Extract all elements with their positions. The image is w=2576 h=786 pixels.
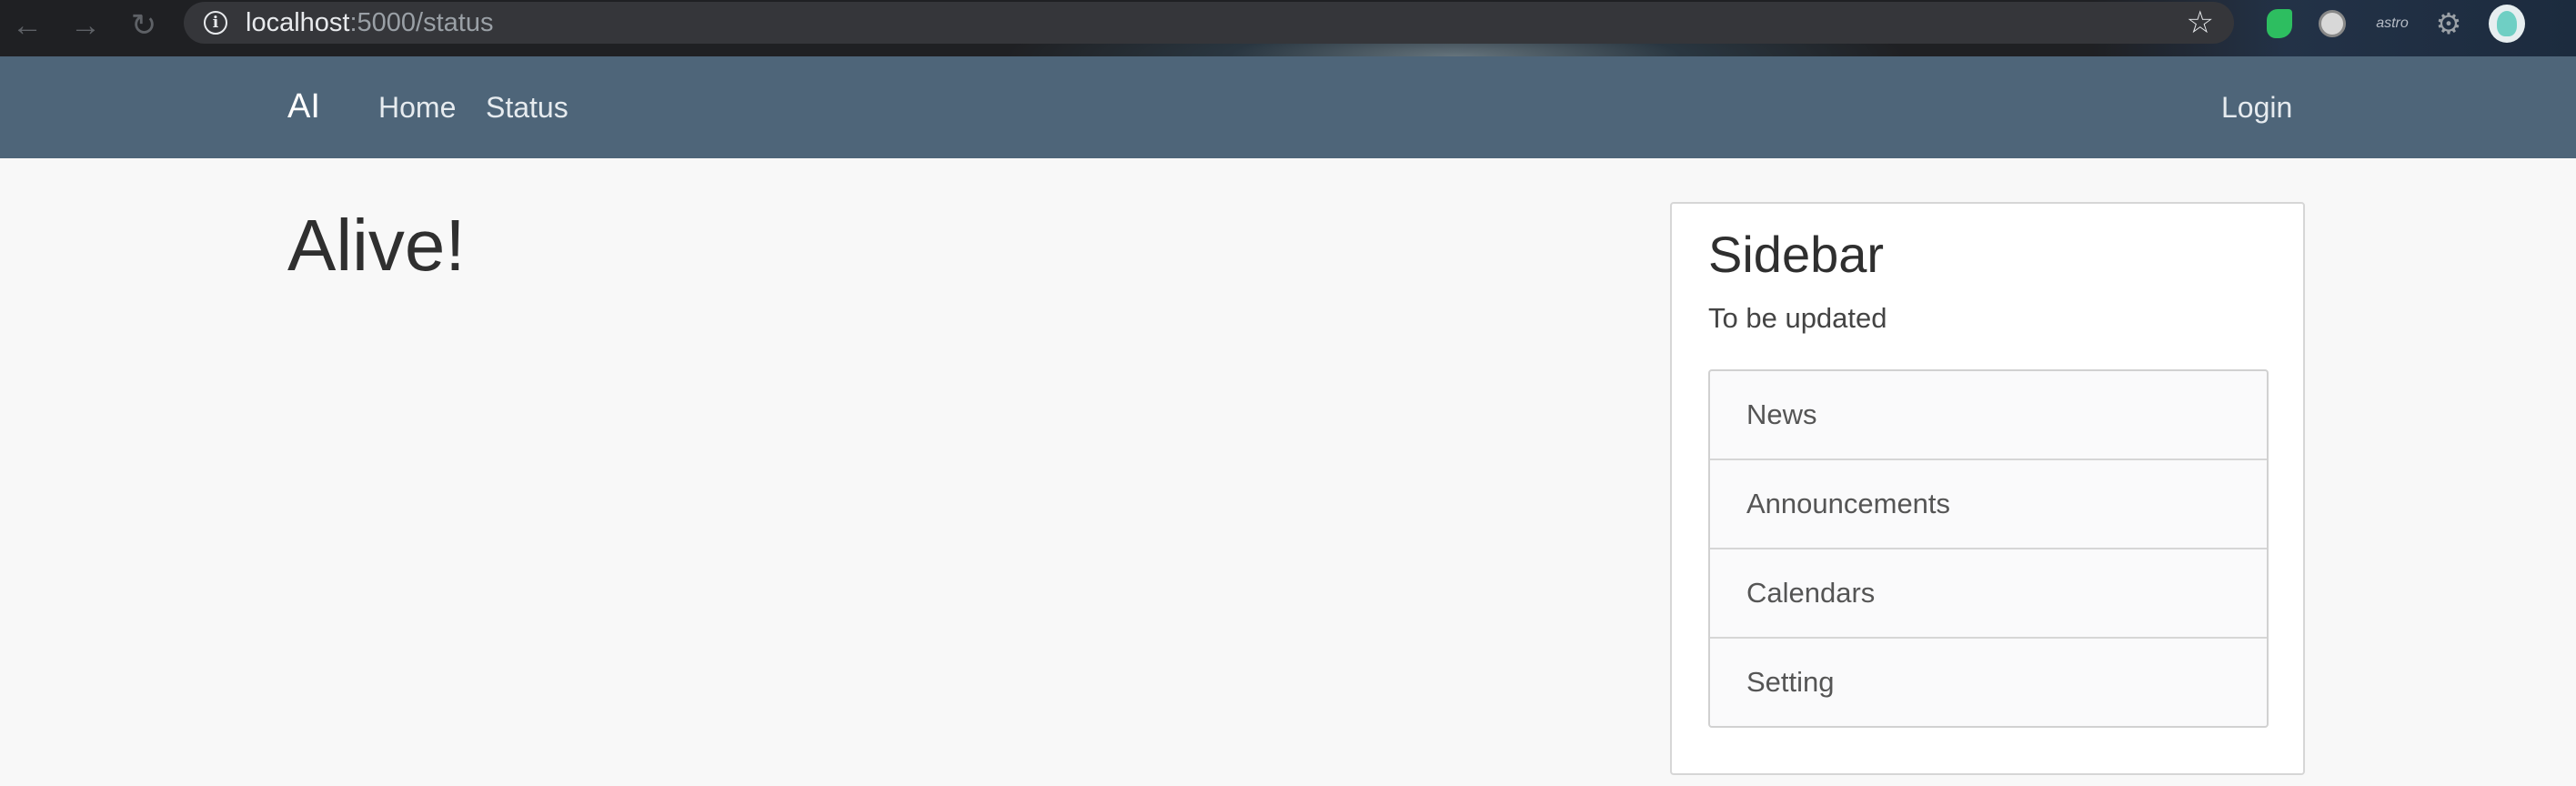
info-icon[interactable]: i — [204, 11, 227, 35]
browser-toolbar: ← → ↻ i localhost:5000/status ☆ astro ⚙ — [0, 0, 2576, 56]
address-bar[interactable]: i localhost:5000/status ☆ — [184, 2, 2234, 44]
page-title: Alive! — [287, 205, 466, 286]
bookmark-star-icon[interactable]: ☆ — [2187, 5, 2214, 40]
sidebar-list: News Announcements Calendars Setting — [1708, 369, 2269, 728]
url-host: localhost — [246, 8, 350, 37]
forward-arrow-icon[interactable]: → — [65, 5, 106, 45]
ghost-icon[interactable] — [2314, 5, 2350, 42]
nav-link-home[interactable]: Home — [378, 89, 456, 126]
evernote-icon[interactable] — [2261, 5, 2298, 42]
sidebar-card: Sidebar To be updated News Announcements… — [1670, 202, 2305, 775]
puzzle-icon[interactable]: ⚙ — [2430, 5, 2467, 42]
astro-extension[interactable]: astro — [2372, 5, 2412, 42]
login-link[interactable]: Login — [2221, 89, 2292, 126]
sidebar-item-news[interactable]: News — [1710, 371, 2267, 458]
sidebar-item-setting[interactable]: Setting — [1710, 637, 2267, 726]
profile-avatar[interactable] — [2489, 5, 2525, 43]
brand-link[interactable]: AI — [287, 86, 320, 127]
sidebar-subtitle: To be updated — [1708, 302, 1887, 334]
sidebar-title: Sidebar — [1708, 226, 1885, 283]
url-path: :5000/status — [349, 8, 494, 37]
nav-link-status[interactable]: Status — [486, 89, 569, 126]
sidebar-item-announcements[interactable]: Announcements — [1710, 458, 2267, 548]
back-arrow-icon[interactable]: ← — [7, 5, 47, 45]
navbar: AI Home Status Login — [0, 56, 2576, 158]
url-text[interactable]: localhost:5000/status — [246, 9, 493, 36]
sidebar-item-calendars[interactable]: Calendars — [1710, 548, 2267, 637]
reload-icon[interactable]: ↻ — [124, 5, 164, 45]
